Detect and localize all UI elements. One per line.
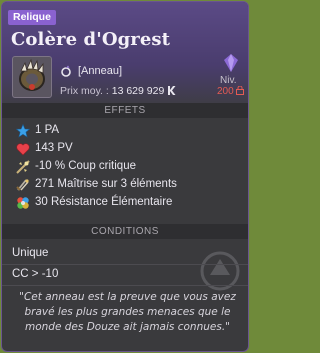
rarity-badge: Relique	[8, 10, 56, 25]
watermark-emblem	[200, 251, 240, 291]
price-label: Prix moy. :	[60, 85, 109, 97]
ring-type-icon	[61, 65, 71, 77]
mastery-icon	[16, 179, 29, 191]
effect-text: 143 PV	[35, 142, 73, 154]
effect-row: 1 PA	[2, 122, 248, 140]
level-label: Niv.	[220, 75, 237, 86]
effect-text: 1 PA	[35, 124, 60, 136]
level-number: 200	[217, 86, 234, 97]
divider	[2, 264, 248, 265]
item-description: "Cet anneau est la preuve que vous avez …	[19, 291, 236, 333]
item-title: Colère d'Ogrest	[11, 29, 171, 50]
item-type: [Anneau]	[78, 65, 123, 77]
star-icon	[16, 124, 30, 138]
price-value: 13 629 929	[111, 85, 165, 97]
elemental-resistance-icon	[17, 197, 29, 209]
kama-icon	[168, 86, 176, 95]
gem-icon	[224, 54, 238, 72]
effects-header: EFFETS	[2, 103, 248, 118]
effect-text: 271 Maîtrise sur 3 éléments	[35, 178, 177, 190]
effect-row: 30 Résistance Élémentaire	[2, 194, 248, 212]
effect-row: 271 Maîtrise sur 3 éléments	[2, 176, 248, 194]
condition-unique: Unique	[12, 247, 49, 259]
condition-critical: CC > -10	[12, 268, 59, 280]
heart-icon	[16, 143, 30, 156]
effect-row: 143 PV	[2, 140, 248, 158]
effect-text: 30 Résistance Élémentaire	[35, 196, 173, 208]
effect-row: -10 % Coup critique	[2, 158, 248, 176]
ring-item-icon	[19, 58, 45, 91]
item-tooltip: Relique Colère d'Ogrest [Anneau] Niv. Pr…	[1, 1, 249, 352]
item-image	[12, 56, 52, 98]
effect-text: -10 % Coup critique	[35, 160, 136, 172]
level-lock-icon	[236, 85, 245, 95]
conditions-header: CONDITIONS	[2, 224, 248, 239]
average-price: Prix moy. : 13 629 929	[60, 85, 176, 97]
level-value: 200	[217, 85, 245, 97]
critical-icon	[16, 160, 30, 174]
divider	[2, 285, 248, 286]
